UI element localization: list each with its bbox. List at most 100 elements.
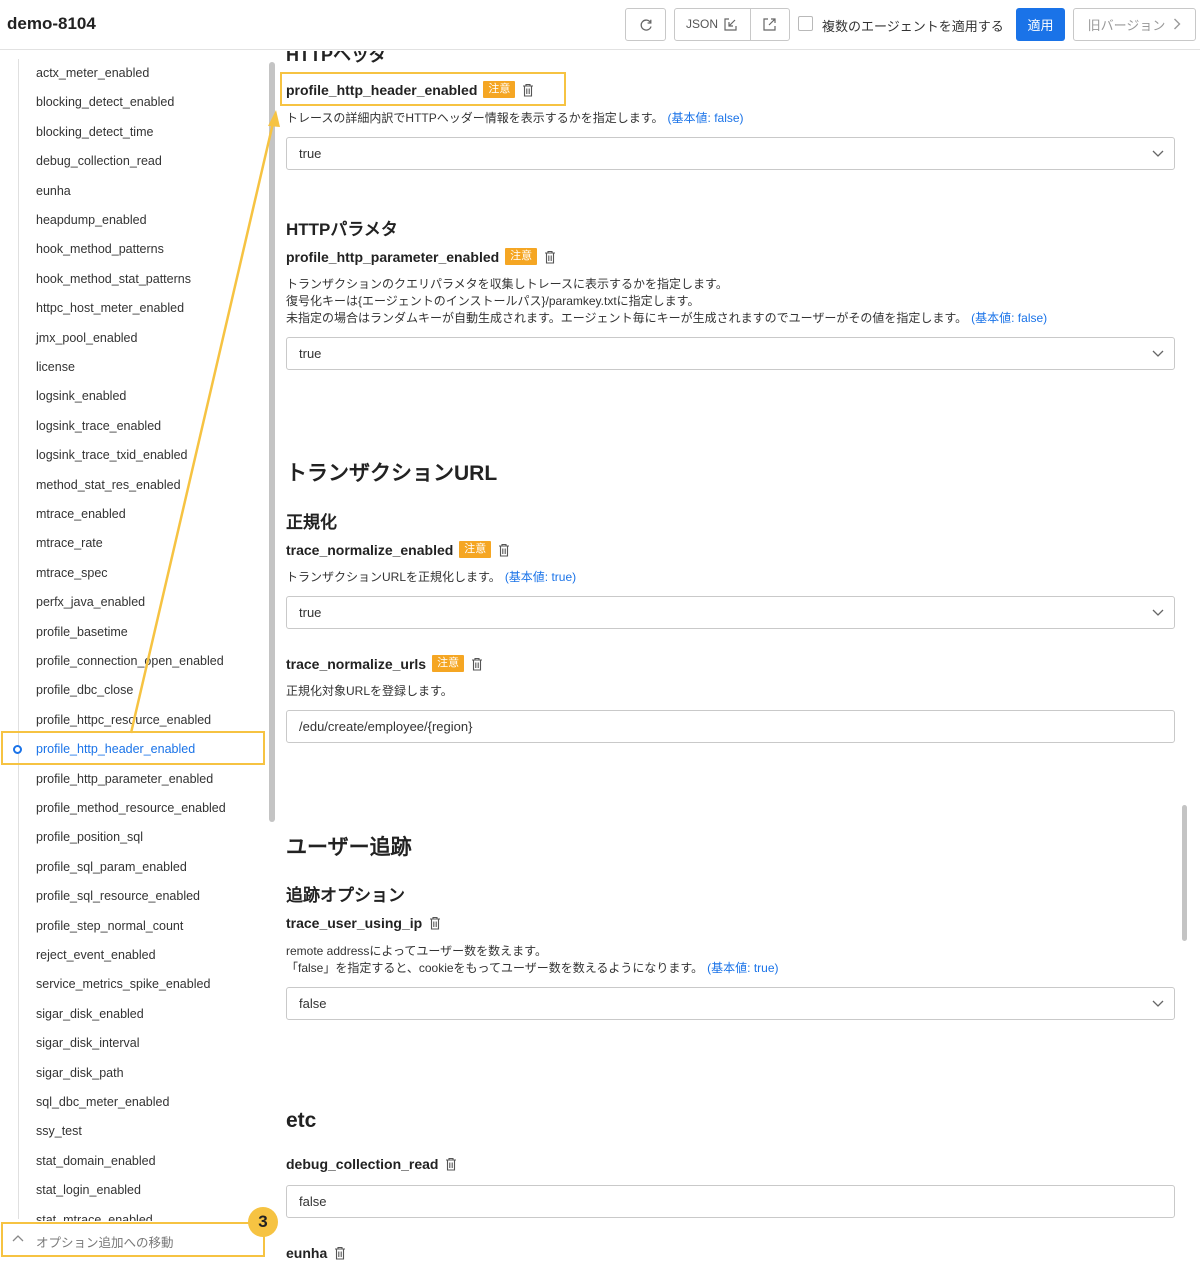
sidebar-item[interactable]: profile_basetime — [36, 625, 128, 639]
sidebar-item[interactable]: stat_domain_enabled — [36, 1154, 156, 1168]
old-version-button[interactable]: 旧バージョン — [1073, 8, 1196, 41]
step-number-badge: 3 — [248, 1207, 278, 1237]
input-value: /edu/create/employee/{region} — [299, 719, 473, 734]
json-label: JSON — [686, 17, 719, 31]
option-name: profile_http_parameter_enabled — [286, 248, 500, 265]
sidebar-item[interactable]: sigar_disk_interval — [36, 1036, 140, 1050]
trash-icon[interactable] — [429, 916, 441, 930]
old-version-label: 旧バージョン — [1087, 18, 1166, 33]
sidebar-item[interactable]: sigar_disk_enabled — [36, 1007, 144, 1021]
sidebar-item[interactable]: ssy_test — [36, 1124, 82, 1138]
option-description-line2: 「false」を指定すると、cookieをもってユーザー数を数えるようになります… — [286, 960, 779, 977]
description-text: 「false」を指定すると、cookieをもってユーザー数を数えるようになります… — [286, 961, 704, 975]
json-import-icon[interactable] — [723, 17, 738, 35]
trace-normalize-enabled-select[interactable]: true — [286, 596, 1175, 629]
description-text: トランザクションURLを正規化します。 — [286, 570, 501, 584]
external-link-icon[interactable] — [762, 17, 777, 35]
top-bar: demo-8104 JSON 複数のエージェントを適用する 適用 旧バージョン — [0, 0, 1200, 50]
option-name: trace_normalize_urls — [286, 655, 427, 672]
sidebar-item[interactable]: mtrace_rate — [36, 536, 103, 550]
trash-icon[interactable] — [544, 250, 556, 264]
trash-icon[interactable] — [445, 1157, 457, 1171]
sidebar-item[interactable]: profile_step_normal_count — [36, 919, 183, 933]
sidebar-item[interactable]: sql_dbc_meter_enabled — [36, 1095, 169, 1109]
option-description: 正規化対象URLを登録します。 — [286, 684, 453, 698]
sidebar-item[interactable]: profile_http_parameter_enabled — [36, 772, 213, 786]
sidebar-item[interactable]: blocking_detect_time — [36, 125, 153, 139]
multi-agent-checkbox[interactable] — [798, 16, 813, 31]
option-description: トランザクションURLを正規化します。 (基本値: true) — [286, 569, 576, 586]
option-title-eunha: eunha — [286, 1245, 346, 1261]
trash-icon[interactable] — [498, 543, 510, 557]
sidebar-item[interactable]: service_metrics_spike_enabled — [36, 977, 210, 991]
sidebar-item[interactable]: profile_connection_open_enabled — [36, 654, 224, 668]
option-title-trace-normalize-urls: trace_normalize_urls 注意 — [286, 655, 483, 672]
option-description-line1: トランザクションのクエリパラメタを収集しトレースに表示するかを指定します。 — [286, 277, 728, 291]
option-title-trace-normalize-enabled: trace_normalize_enabled 注意 — [286, 541, 510, 558]
sidebar-item[interactable]: eunha — [36, 184, 71, 198]
http-param-select[interactable]: true — [286, 337, 1175, 370]
chevron-right-icon — [1173, 17, 1181, 33]
json-divider — [750, 9, 751, 40]
sidebar-item[interactable]: profile_httpc_resource_enabled — [36, 713, 211, 727]
sidebar-item[interactable]: profile_sql_param_enabled — [36, 860, 187, 874]
default-value: (基本値: true) — [707, 961, 779, 975]
subheading-tracking-option: 追跡オプション — [286, 886, 405, 905]
sidebar-item[interactable]: heapdump_enabled — [36, 213, 147, 227]
section-heading-transaction-url: トランザクションURL — [286, 462, 498, 485]
http-header-select[interactable]: true — [286, 137, 1175, 170]
sidebar-item[interactable]: method_stat_res_enabled — [36, 478, 181, 492]
sidebar-item[interactable]: profile_position_sql — [36, 830, 143, 844]
sidebar-item[interactable]: blocking_detect_enabled — [36, 95, 174, 109]
sidebar-item[interactable]: profile_method_resource_enabled — [36, 801, 226, 815]
section-heading-http-param: HTTPパラメタ — [286, 220, 398, 239]
refresh-icon — [640, 18, 652, 31]
warning-badge: 注意 — [432, 655, 465, 672]
sidebar-item[interactable]: logsink_enabled — [36, 389, 126, 403]
sidebar-item[interactable]: profile_dbc_close — [36, 683, 133, 697]
sidebar-item[interactable]: debug_collection_read — [36, 154, 162, 168]
default-value: (基本値: false) — [667, 111, 744, 125]
refresh-button[interactable] — [625, 8, 666, 41]
option-description: トレースの詳細内訳でHTTPヘッダー情報を表示するかを指定します。 (基本値: f… — [286, 110, 744, 127]
sidebar-item[interactable]: httpc_host_meter_enabled — [36, 301, 184, 315]
warning-badge: 注意 — [505, 248, 538, 265]
subheading-normalize: 正規化 — [286, 513, 337, 532]
apply-button[interactable]: 適用 — [1016, 8, 1065, 41]
debug-collection-read-input[interactable]: false — [286, 1185, 1175, 1218]
highlight-box-sidebar-item — [1, 731, 265, 765]
sidebar-scrollbar[interactable] — [269, 62, 275, 822]
sidebar-item[interactable]: hook_method_patterns — [36, 242, 164, 256]
chevron-down-icon — [1152, 146, 1164, 161]
sidebar-item[interactable]: profile_sql_resource_enabled — [36, 889, 200, 903]
sidebar-item[interactable]: reject_event_enabled — [36, 948, 156, 962]
option-name: debug_collection_read — [286, 1156, 439, 1172]
sidebar-item[interactable]: stat_login_enabled — [36, 1183, 141, 1197]
select-value: false — [299, 996, 327, 1011]
trash-icon[interactable] — [471, 657, 483, 671]
sidebar-item[interactable]: mtrace_enabled — [36, 507, 126, 521]
default-value: (基本値: true) — [504, 570, 577, 584]
sidebar-item[interactable]: perfx_java_enabled — [36, 595, 145, 609]
trace-normalize-urls-input[interactable]: /edu/create/employee/{region} — [286, 710, 1175, 743]
sidebar-item[interactable]: logsink_trace_txid_enabled — [36, 448, 188, 462]
option-description-line1: remote addressによってユーザー数を数えます。 — [286, 944, 547, 958]
sidebar-item[interactable]: actx_meter_enabled — [36, 66, 149, 80]
trace-user-using-ip-select[interactable]: false — [286, 987, 1175, 1020]
content-scrollbar[interactable] — [1182, 805, 1187, 941]
select-value: true — [299, 346, 322, 361]
trash-icon[interactable] — [334, 1246, 346, 1260]
sidebar-item[interactable]: license — [36, 360, 75, 374]
select-value: true — [299, 605, 322, 620]
sidebar-item[interactable]: hook_method_stat_patterns — [36, 272, 191, 286]
description-text: トレースの詳細内訳でHTTPヘッダー情報を表示するかを指定します。 — [286, 111, 664, 125]
option-name: trace_user_using_ip — [286, 915, 423, 931]
sidebar-item[interactable]: logsink_trace_enabled — [36, 419, 161, 433]
sidebar-item[interactable]: jmx_pool_enabled — [36, 331, 137, 345]
sidebar-item[interactable]: mtrace_spec — [36, 566, 108, 580]
section-heading-http-header: HTTPヘッダ — [286, 51, 387, 65]
chevron-down-icon — [1152, 605, 1164, 620]
option-name: trace_normalize_enabled — [286, 541, 454, 558]
highlight-box-footer — [1, 1222, 265, 1257]
sidebar-item[interactable]: sigar_disk_path — [36, 1066, 124, 1080]
